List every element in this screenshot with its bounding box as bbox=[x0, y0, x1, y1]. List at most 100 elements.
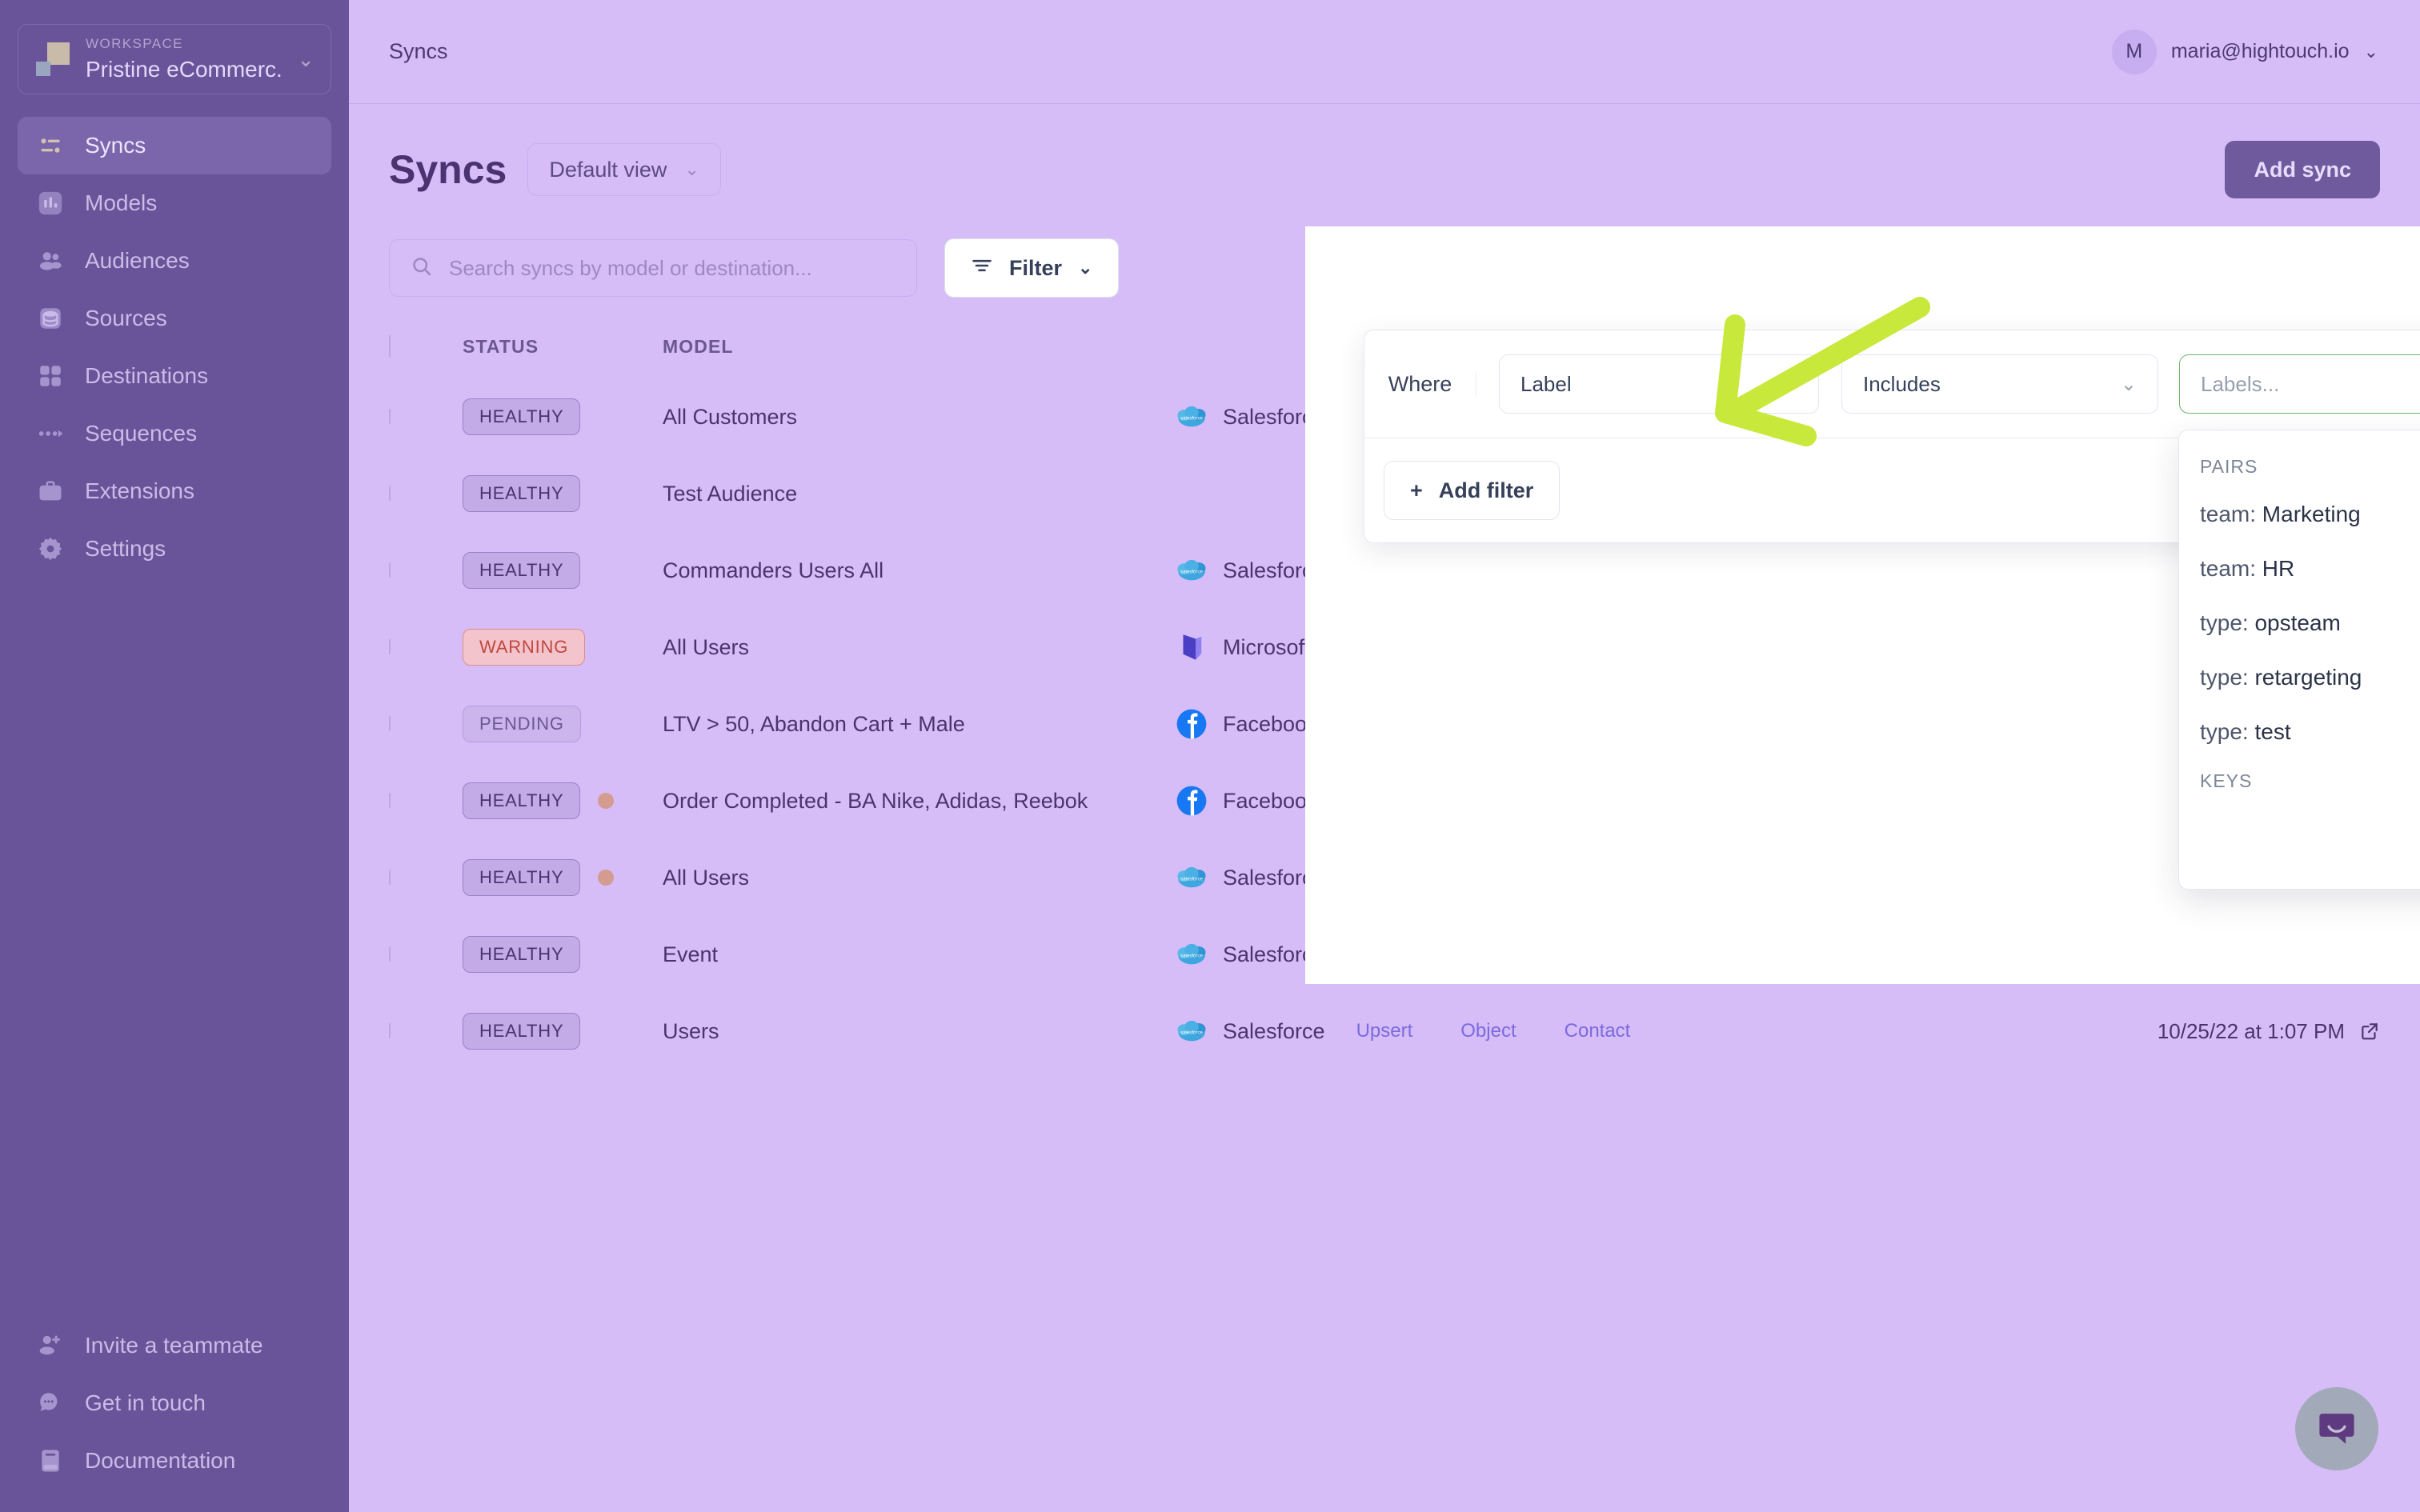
status-badge: HEALTHY bbox=[463, 1013, 581, 1050]
sidebar-item-settings[interactable]: Settings bbox=[18, 520, 331, 578]
models-icon bbox=[35, 188, 66, 218]
sources-icon bbox=[35, 303, 66, 334]
status-wrap: HEALTHY bbox=[463, 398, 663, 435]
sidebar-item-models[interactable]: Models bbox=[18, 174, 331, 232]
status-wrap: HEALTHY bbox=[463, 859, 663, 896]
primary-nav: Syncs Models Audiences Sources Destinati… bbox=[18, 117, 331, 578]
app-root: WORKSPACE Pristine eCommerc... ⌄ Syncs M… bbox=[0, 0, 2420, 1512]
settings-icon bbox=[35, 534, 66, 564]
table-row[interactable]: HEALTHY Order Completed - BA Nike, Adidas… bbox=[389, 762, 2380, 839]
destination-pill: Object bbox=[1444, 858, 1533, 897]
sidebar-item-invite-teammate[interactable]: Invite a teammate bbox=[18, 1317, 331, 1374]
row-checkbox[interactable] bbox=[389, 562, 391, 578]
row-checkbox[interactable] bbox=[389, 716, 391, 731]
menu-item[interactable]: type: opsteam bbox=[2179, 596, 2420, 650]
status-badge: HEALTHY bbox=[463, 398, 581, 435]
table-row[interactable]: HEALTHY Users salesforce Salesforce Upsert Ob… bbox=[389, 993, 2380, 1070]
search-box[interactable] bbox=[389, 239, 917, 297]
row-checkbox[interactable] bbox=[389, 409, 391, 424]
menu-item[interactable]: team: HR bbox=[2179, 542, 2420, 596]
search-input[interactable] bbox=[449, 255, 895, 281]
labels-cell: type: bbox=[1860, 634, 1905, 659]
workspace-switcher[interactable]: WORKSPACE Pristine eCommerc... ⌄ bbox=[18, 24, 331, 94]
filter-value-placeholder: Labels... bbox=[2201, 371, 2280, 396]
sidebar-item-label: Sequences bbox=[85, 421, 198, 446]
row-select-cell bbox=[389, 839, 463, 916]
row-checkbox[interactable] bbox=[389, 870, 391, 885]
audiences-icon bbox=[35, 246, 66, 276]
svg-text:salesforce: salesforce bbox=[1180, 570, 1203, 575]
filter-field-select[interactable]: Label bbox=[1499, 354, 1819, 414]
alert-dot-icon bbox=[598, 870, 615, 886]
destination-cell: salesforce Salesforce Upsert Object Contact bbox=[1175, 839, 1860, 916]
labels-dropdown-menu[interactable]: PAIRS team: Marketing team: HR type: opstea… bbox=[2178, 430, 2420, 890]
sidebar: WORKSPACE Pristine eCommerc... ⌄ Syncs M… bbox=[0, 0, 349, 1512]
menu-item[interactable]: type: test bbox=[2179, 705, 2420, 759]
sidebar-item-label: Invite a teammate bbox=[85, 1333, 263, 1358]
row-checkbox[interactable] bbox=[389, 639, 391, 654]
user-menu[interactable]: M maria@hightouch.io ⌄ bbox=[2111, 29, 2378, 74]
row-checkbox[interactable] bbox=[389, 946, 391, 962]
destination-cell: salesforce Salesforce Update Object Contact bbox=[1175, 916, 1860, 993]
view-selector[interactable]: Default view ⌄ bbox=[527, 143, 721, 196]
destination-wrap: salesforce Salesforce Upsert Object Contact bbox=[1175, 551, 1860, 590]
status-wrap: PENDING bbox=[463, 706, 663, 742]
sidebar-item-get-in-touch[interactable]: Get in touch bbox=[18, 1374, 331, 1432]
destination-name: Salesforce bbox=[1223, 865, 1325, 890]
labels-cell: type: bbox=[1860, 711, 1905, 736]
status-cell: HEALTHY bbox=[463, 378, 663, 455]
destination-pill: Upsert bbox=[1536, 628, 1627, 666]
external-link-icon[interactable] bbox=[2359, 944, 2380, 965]
sidebar-item-sources[interactable]: Sources bbox=[18, 290, 331, 347]
model-name: Users bbox=[663, 1018, 719, 1043]
destination-name: Salesforce bbox=[1223, 942, 1325, 966]
row-select-cell bbox=[389, 993, 463, 1070]
sidebar-item-sequences[interactable]: Sequences bbox=[18, 405, 331, 462]
sidebar-item-destinations[interactable]: Destinations bbox=[18, 347, 331, 405]
destination-pill: Object bbox=[1448, 935, 1539, 974]
chat-dots-icon bbox=[35, 1388, 66, 1418]
sidebar-item-extensions[interactable]: Extensions bbox=[18, 462, 331, 520]
sidebar-item-audiences[interactable]: Audiences bbox=[18, 232, 331, 290]
row-checkbox[interactable] bbox=[389, 793, 391, 808]
add-filter-button[interactable]: + Add filter bbox=[1384, 461, 1561, 520]
row-checkbox[interactable] bbox=[389, 1023, 391, 1038]
table-row[interactable]: PENDING LTV > 50, Abandon Cart + Male Face… bbox=[389, 686, 2380, 762]
table-row[interactable]: HEALTHY All Users salesforce Salesforce Upse… bbox=[389, 839, 2380, 916]
filter-operator-select[interactable]: Includes ⌄ bbox=[1841, 354, 2158, 414]
menu-item[interactable]: team: Marketing bbox=[2179, 487, 2420, 542]
destination-pill: Object bbox=[1444, 551, 1533, 590]
syncs-icon bbox=[35, 130, 66, 161]
table-row[interactable]: HEALTHY Event salesforce Salesforce Update Ob… bbox=[389, 916, 2380, 993]
select-all-checkbox[interactable] bbox=[389, 335, 391, 358]
destination-cell: salesforce Salesforce Upsert Object Contact bbox=[1175, 532, 1860, 609]
table-row[interactable]: HEALTHY Commanders Users All salesforce Sal… bbox=[389, 532, 2380, 609]
menu-item[interactable]: type: retargeting bbox=[2179, 650, 2420, 705]
model-name: Event bbox=[663, 942, 719, 966]
filter-value-select[interactable]: Labels... ⌄ bbox=[2179, 354, 2420, 414]
row-select-cell bbox=[389, 378, 463, 455]
row-checkbox[interactable] bbox=[389, 486, 391, 501]
search-icon bbox=[411, 255, 433, 282]
sidebar-item-syncs[interactable]: Syncs bbox=[18, 117, 331, 174]
chevron-down-icon: ⌄ bbox=[2120, 373, 2137, 395]
page-title: Syncs bbox=[389, 147, 507, 192]
column-header-status: STATUS bbox=[463, 336, 539, 357]
breadcrumb[interactable]: Syncs bbox=[389, 39, 448, 64]
labels-cell: team: bbox=[1860, 558, 1913, 582]
labels-cell bbox=[1860, 839, 2076, 916]
external-link-icon[interactable] bbox=[2359, 1021, 2380, 1042]
filter-button[interactable]: Filter ⌄ bbox=[944, 238, 1120, 298]
destination-pill: Contact bbox=[1547, 551, 1648, 590]
add-sync-button[interactable]: Add sync bbox=[2225, 141, 2380, 198]
chevron-down-icon: ⌄ bbox=[2363, 41, 2378, 62]
destination-pill: Contact bbox=[1547, 1012, 1648, 1050]
table-row[interactable]: WARNING All Users Microsoft Dynamic... Obje… bbox=[389, 609, 2380, 686]
chevron-down-icon: ⌄ bbox=[684, 159, 699, 179]
destination-cell: Microsoft Dynamic... Object Upsert bbox=[1175, 609, 1860, 686]
status-cell: PENDING bbox=[463, 686, 663, 762]
destination-name: Salesforce bbox=[1223, 404, 1325, 429]
model-cell: All Customers bbox=[663, 378, 1175, 455]
chat-widget-button[interactable] bbox=[2295, 1387, 2378, 1470]
sidebar-item-documentation[interactable]: Documentation bbox=[18, 1432, 331, 1490]
